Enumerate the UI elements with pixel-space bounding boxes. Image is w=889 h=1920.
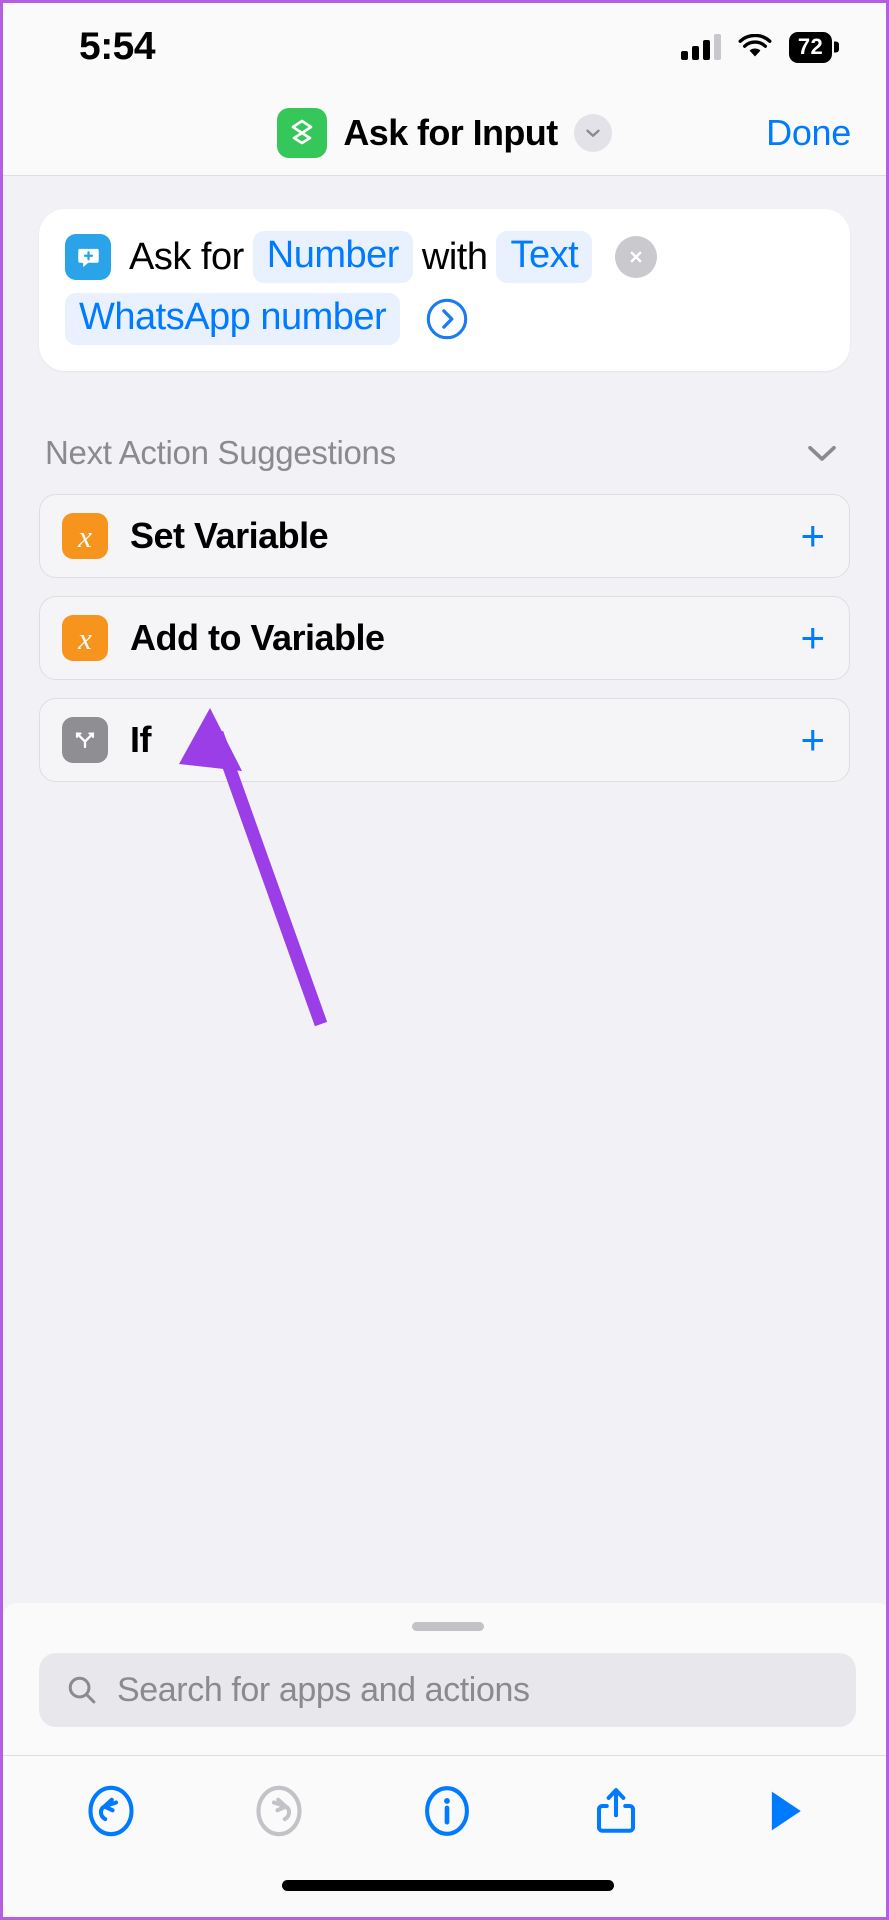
share-icon	[596, 1787, 635, 1833]
wifi-icon	[738, 34, 772, 57]
close-icon[interactable]	[615, 236, 658, 278]
input-type-token[interactable]: Number	[252, 231, 413, 283]
run-button[interactable]	[744, 1771, 824, 1851]
plus-icon[interactable]: +	[800, 617, 825, 659]
undo-button[interactable]	[71, 1771, 151, 1851]
section-title: Next Action Suggestions	[45, 434, 396, 471]
action-card-ask-for-input[interactable]: Ask for Number with Text WhatsApp number	[39, 209, 850, 371]
annotation-arrow	[179, 708, 328, 1027]
play-icon	[771, 1791, 801, 1830]
variable-x-icon: x	[62, 513, 108, 559]
actions-bottom-sheet: Search for apps and actions	[3, 1603, 886, 1917]
info-circle-icon	[425, 1785, 470, 1836]
list-item[interactable]: x Add to Variable +	[39, 596, 850, 680]
action-card-line-1: Ask for Number with Text	[65, 231, 824, 283]
undo-icon	[88, 1785, 134, 1836]
redo-icon	[256, 1785, 302, 1836]
info-button[interactable]	[407, 1771, 487, 1851]
chevron-down-icon[interactable]	[573, 114, 612, 152]
suggestion-label: If	[130, 719, 152, 760]
ask-for-input-icon	[65, 234, 111, 280]
share-button[interactable]	[576, 1771, 656, 1851]
variable-x-glyph: x	[78, 518, 92, 554]
suggestion-label: Set Variable	[130, 515, 329, 556]
home-indicator[interactable]	[281, 1879, 614, 1891]
redo-button[interactable]	[239, 1771, 319, 1851]
editor-toolbar	[3, 1755, 886, 1865]
plus-icon[interactable]: +	[800, 515, 825, 557]
action-middle-label: with	[421, 235, 488, 278]
prompt-type-token[interactable]: Text	[496, 231, 593, 283]
prompt-value-token[interactable]: WhatsApp number	[65, 293, 401, 345]
status-bar: 5:54 72	[3, 3, 886, 91]
navigation-bar: Ask for Input Done	[3, 91, 886, 176]
home-indicator-area	[3, 1865, 886, 1917]
shortcuts-icon	[277, 108, 328, 158]
action-card-line-2: WhatsApp number	[65, 293, 824, 345]
status-time: 5:54	[79, 25, 156, 68]
search-placeholder: Search for apps and actions	[117, 1670, 530, 1709]
battery-indicator: 72	[788, 31, 832, 63]
plus-icon[interactable]: +	[800, 719, 825, 761]
search-icon	[68, 1676, 96, 1704]
page-title: Ask for Input	[343, 112, 558, 153]
list-item[interactable]: x Set Variable +	[39, 494, 850, 578]
done-button[interactable]: Done	[766, 112, 851, 154]
iphone-screen: 5:54 72 Ask for Input Done Ask for Numbe…	[0, 0, 889, 1920]
action-prefix-label: Ask for	[129, 235, 244, 278]
sheet-grabber[interactable]	[411, 1622, 484, 1631]
suggestion-label: Add to Variable	[130, 617, 385, 658]
status-indicators: 72	[680, 31, 832, 63]
shortcut-title-group[interactable]: Ask for Input	[277, 108, 612, 158]
next-action-suggestions-header[interactable]: Next Action Suggestions	[45, 434, 842, 472]
variable-x-icon: x	[62, 615, 108, 661]
chevron-right-circle-icon[interactable]	[425, 297, 469, 341]
search-input[interactable]: Search for apps and actions	[39, 1653, 856, 1727]
branch-if-icon	[62, 717, 108, 763]
shortcut-editor-body: Ask for Number with Text WhatsApp number	[3, 176, 886, 1616]
variable-x-glyph: x	[78, 620, 92, 656]
list-item[interactable]: If +	[39, 698, 850, 782]
cellular-signal-icon	[680, 34, 721, 60]
chevron-down-icon[interactable]	[802, 441, 842, 465]
